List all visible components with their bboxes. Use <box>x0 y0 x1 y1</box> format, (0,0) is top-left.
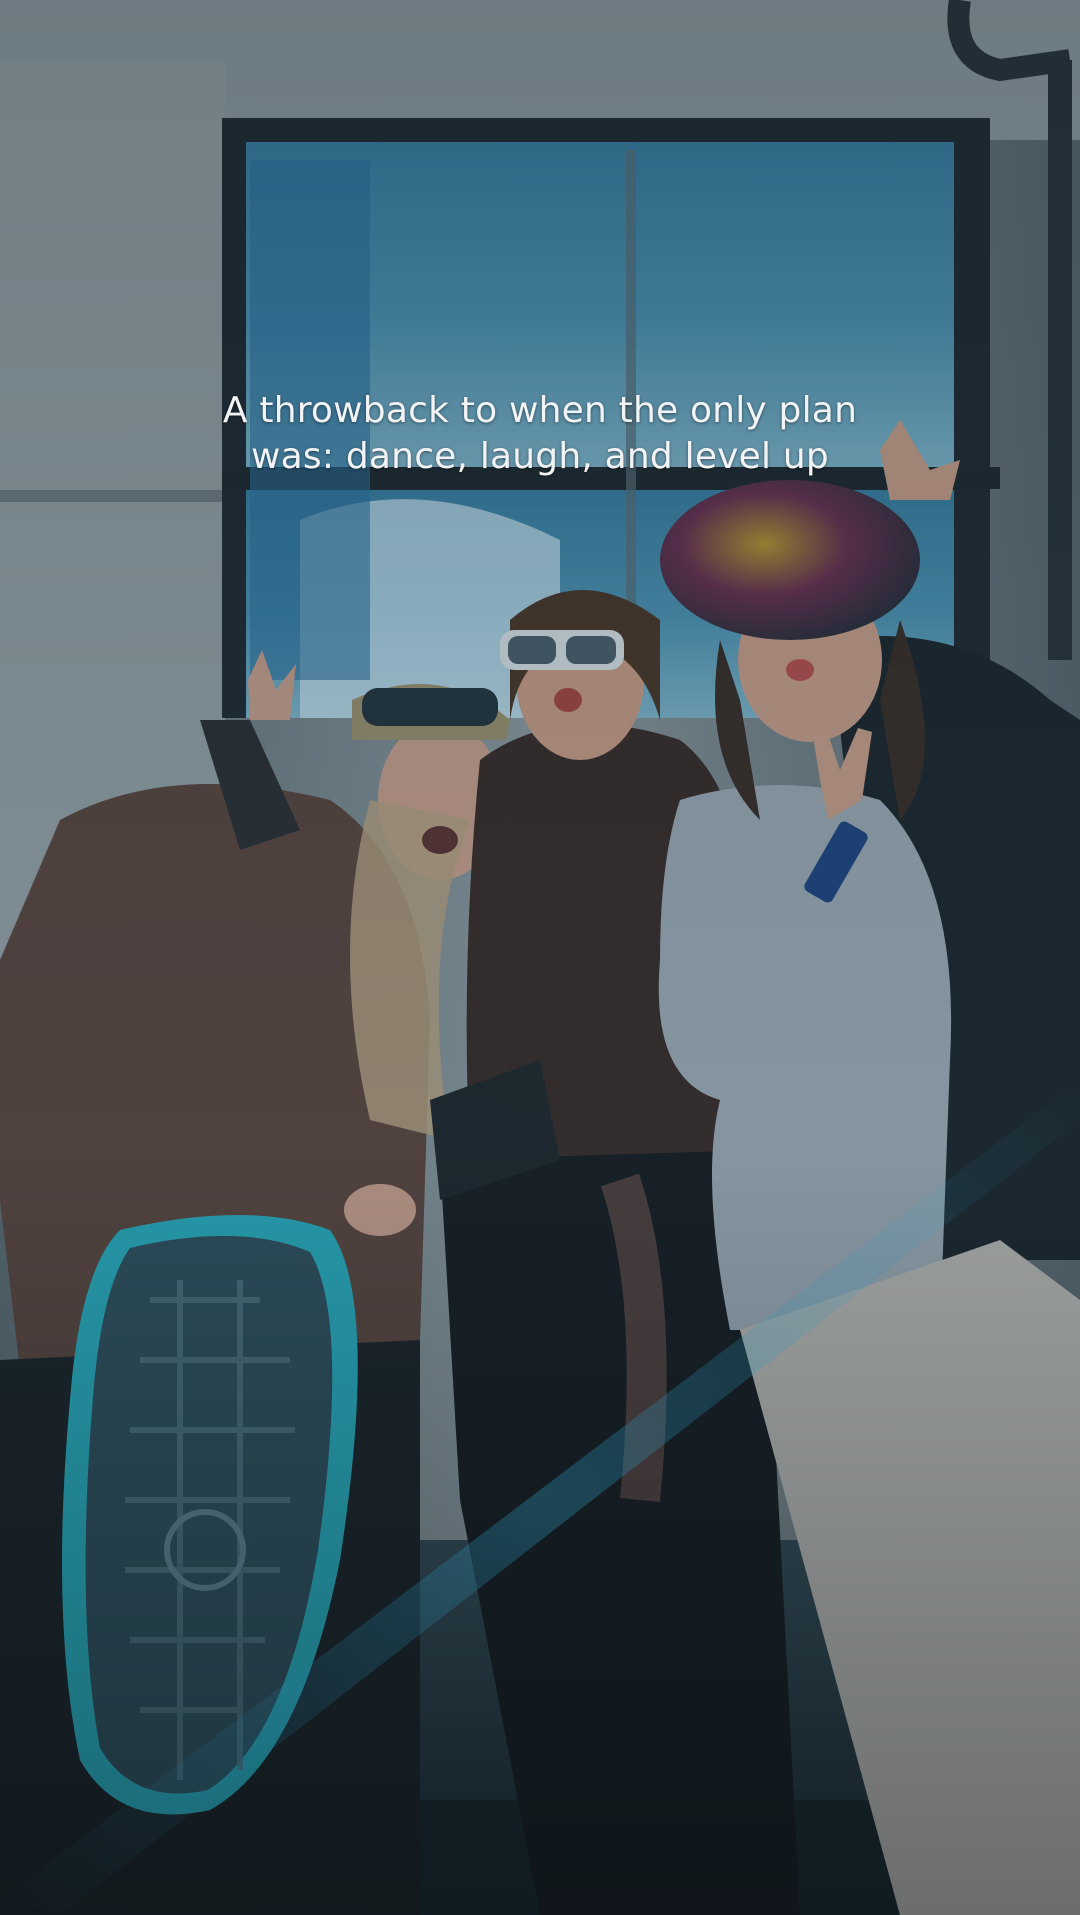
caption: A throwback to when the only plan was: d… <box>0 388 1080 480</box>
photo-frame: A throwback to when the only plan was: d… <box>0 0 1080 1915</box>
caption-line-1: A throwback to when the only plan <box>222 390 858 431</box>
caption-line-2: was: dance, laugh, and level up <box>251 436 829 477</box>
photo-scene <box>0 0 1080 1915</box>
